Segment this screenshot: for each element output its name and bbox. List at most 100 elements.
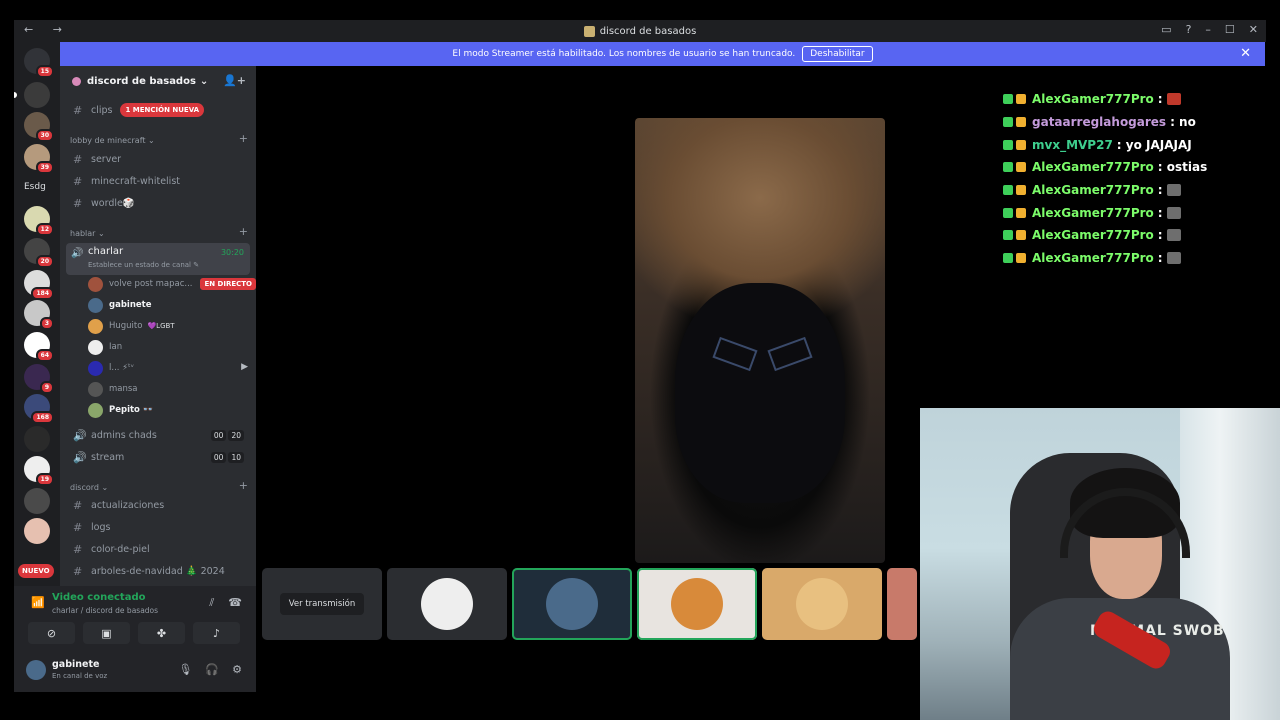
voice-user[interactable]: Ian <box>88 338 122 356</box>
noise-suppression-icon[interactable]: ⫽ <box>209 596 214 610</box>
close-button[interactable]: ✕ <box>1249 23 1258 36</box>
server-icon[interactable]: 19 <box>24 456 54 486</box>
participant-tile[interactable] <box>387 568 507 640</box>
server-icon[interactable] <box>24 426 50 452</box>
help-icon[interactable]: ? <box>1186 23 1192 36</box>
chat-username: mvx_MVP27 <box>1032 137 1113 152</box>
streamer-banner-text: El modo Streamer está habilitado. Los no… <box>452 49 796 59</box>
server-icon[interactable]: 9 <box>24 364 54 394</box>
stream-tile[interactable]: Ver transmisión <box>262 568 382 640</box>
minimize-button[interactable]: – <box>1205 23 1211 36</box>
channel-label: admins chads <box>91 429 157 441</box>
server-icon[interactable] <box>24 518 50 544</box>
badge-icon <box>1016 185 1026 196</box>
channel-status[interactable]: Establece un estado de canal ✎ <box>88 261 199 269</box>
server-icon[interactable] <box>24 82 50 108</box>
add-channel-icon[interactable]: + <box>239 225 248 238</box>
user-counter: 00 20 <box>210 429 244 441</box>
streamer-mode-banner: El modo Streamer está habilitado. Los no… <box>60 42 1265 66</box>
add-channel-icon[interactable]: + <box>239 132 248 145</box>
activities-button[interactable]: ✤ <box>138 622 185 644</box>
category-hablar[interactable]: hablar ⌄ <box>70 229 105 238</box>
badge-icon <box>1003 230 1013 241</box>
soundboard-button[interactable]: ♪ <box>193 622 240 644</box>
gear-icon[interactable]: ⚙ <box>232 663 242 676</box>
disable-streamer-button[interactable]: Deshabilitar <box>802 46 873 62</box>
microphone-icon[interactable]: 🎙 <box>178 663 192 676</box>
chat-username: AlexGamer777Pro <box>1032 92 1154 107</box>
voice-user[interactable]: mansa <box>88 380 138 398</box>
voice-channel-charlar[interactable]: 🔊 charlar Establece un estado de canal ✎… <box>66 243 250 275</box>
server-icon[interactable]: 12 <box>24 206 54 236</box>
server-icon[interactable]: 64 <box>24 332 54 362</box>
user-name[interactable]: gabinete <box>52 659 99 670</box>
participant-tile[interactable] <box>637 568 757 640</box>
channel-minecraft-whitelist[interactable]: # minecraft-whitelist <box>66 171 250 191</box>
voice-user[interactable]: Pepito 👓 <box>88 401 153 419</box>
nav-arrows[interactable]: ← → <box>24 23 70 36</box>
channel-clips[interactable]: # clips 1 MENCIÓN NUEVA <box>66 100 250 120</box>
add-channel-icon[interactable]: + <box>239 479 248 492</box>
mention-badge: 1 MENCIÓN NUEVA <box>120 103 205 117</box>
badge-icon <box>1003 139 1013 150</box>
direct-messages-icon[interactable]: 15 <box>24 48 54 78</box>
voice-channel-stream[interactable]: 🔊 stream 00 10 <box>66 447 250 467</box>
guild-icon <box>72 76 81 86</box>
participant-tile[interactable] <box>762 568 882 640</box>
channel-arboles-de-navidad[interactable]: # arboles-de-navidad 🎄 2024 <box>66 561 250 581</box>
channel-color-de-piel[interactable]: # color-de-piel <box>66 539 250 559</box>
server-icon[interactable]: 20 <box>24 238 54 268</box>
hash-icon: # <box>73 174 83 188</box>
close-icon[interactable]: ✕ <box>1240 46 1251 61</box>
voice-user[interactable]: gabinete <box>88 296 151 314</box>
inbox-icon[interactable]: ▭ <box>1161 23 1171 36</box>
server-icon[interactable]: 168 <box>24 394 54 424</box>
category-lobby[interactable]: lobby de minecraft ⌄ <box>70 136 155 145</box>
chat-message: AlexGamer777Pro: <box>1003 247 1263 270</box>
channel-sidebar: discord de basados ⌄ 👤+ # clips 1 MENCIÓ… <box>60 66 256 586</box>
voice-user[interactable]: volve post mapac... EN DIRECTO <box>88 275 256 293</box>
stream-chat-overlay: AlexGamer777Pro: gataarreglahogares: no mv… <box>1003 88 1263 270</box>
soundboard-icon: ♪ <box>212 626 221 640</box>
speaker-icon: 🔊 <box>71 248 84 259</box>
user-panel: gabinete En canal de voz 🎙 🎧 ⚙ <box>14 654 256 692</box>
category-discord[interactable]: discord ⌄ <box>70 483 108 492</box>
server-icon[interactable]: 184 <box>24 270 54 300</box>
server-icon[interactable] <box>24 488 50 514</box>
category-label: hablar <box>70 229 96 238</box>
voice-user[interactable]: Huguito 💜LGBT <box>88 317 175 335</box>
maximize-button[interactable]: ☐ <box>1225 23 1235 36</box>
voice-user[interactable]: l... ⚡ᵗᵛ <box>88 359 134 377</box>
screen-share-button[interactable]: ▣ <box>83 622 130 644</box>
main-video-feed[interactable] <box>635 118 885 563</box>
mention-badge: 20 <box>35 255 54 268</box>
channel-wordle[interactable]: # wordle🎲 <box>66 193 250 213</box>
channel-server[interactable]: # server <box>66 149 250 169</box>
server-icon[interactable]: 3 <box>24 300 54 330</box>
chat-text: : <box>1157 92 1163 107</box>
headphones-icon[interactable]: 🎧 <box>205 663 219 676</box>
guild-header[interactable]: discord de basados ⌄ 👤+ <box>60 66 256 96</box>
participant-tile[interactable] <box>512 568 632 640</box>
new-badge: NUEVO <box>18 564 54 578</box>
channel-actualizaciones[interactable]: # actualizaciones <box>66 495 250 515</box>
voice-channel-admins-chads[interactable]: 🔊 admins chads 00 20 <box>66 425 250 445</box>
watch-stream-button[interactable]: Ver transmisión <box>279 593 365 615</box>
channel-label: wordle🎲 <box>91 197 135 209</box>
chat-message: mvx_MVP27: yo JAJAJAJ <box>1003 133 1263 156</box>
server-icon[interactable]: 30 <box>24 112 54 142</box>
channel-logs[interactable]: # logs <box>66 517 250 537</box>
avatar[interactable] <box>26 660 46 680</box>
server-icon[interactable]: 39 <box>24 144 54 174</box>
camera-button[interactable]: ⊘ <box>28 622 75 644</box>
voice-connection-panel: 📶 Video conectado charlar / discord de b… <box>14 586 256 692</box>
text-server-icon[interactable]: Esdg <box>24 182 46 192</box>
emote-icon <box>1166 206 1181 219</box>
voice-buttons: ⊘ ▣ ✤ ♪ <box>28 622 240 644</box>
invite-icon[interactable]: 👤+ <box>223 74 246 87</box>
voice-status-title[interactable]: Video conectado <box>52 592 145 603</box>
camera-off-icon: ⊘ <box>46 626 57 640</box>
participant-tile[interactable] <box>887 568 917 640</box>
disconnect-icon[interactable]: ☎ <box>228 596 242 610</box>
voice-status-subtitle[interactable]: charlar / discord de basados <box>52 606 158 615</box>
